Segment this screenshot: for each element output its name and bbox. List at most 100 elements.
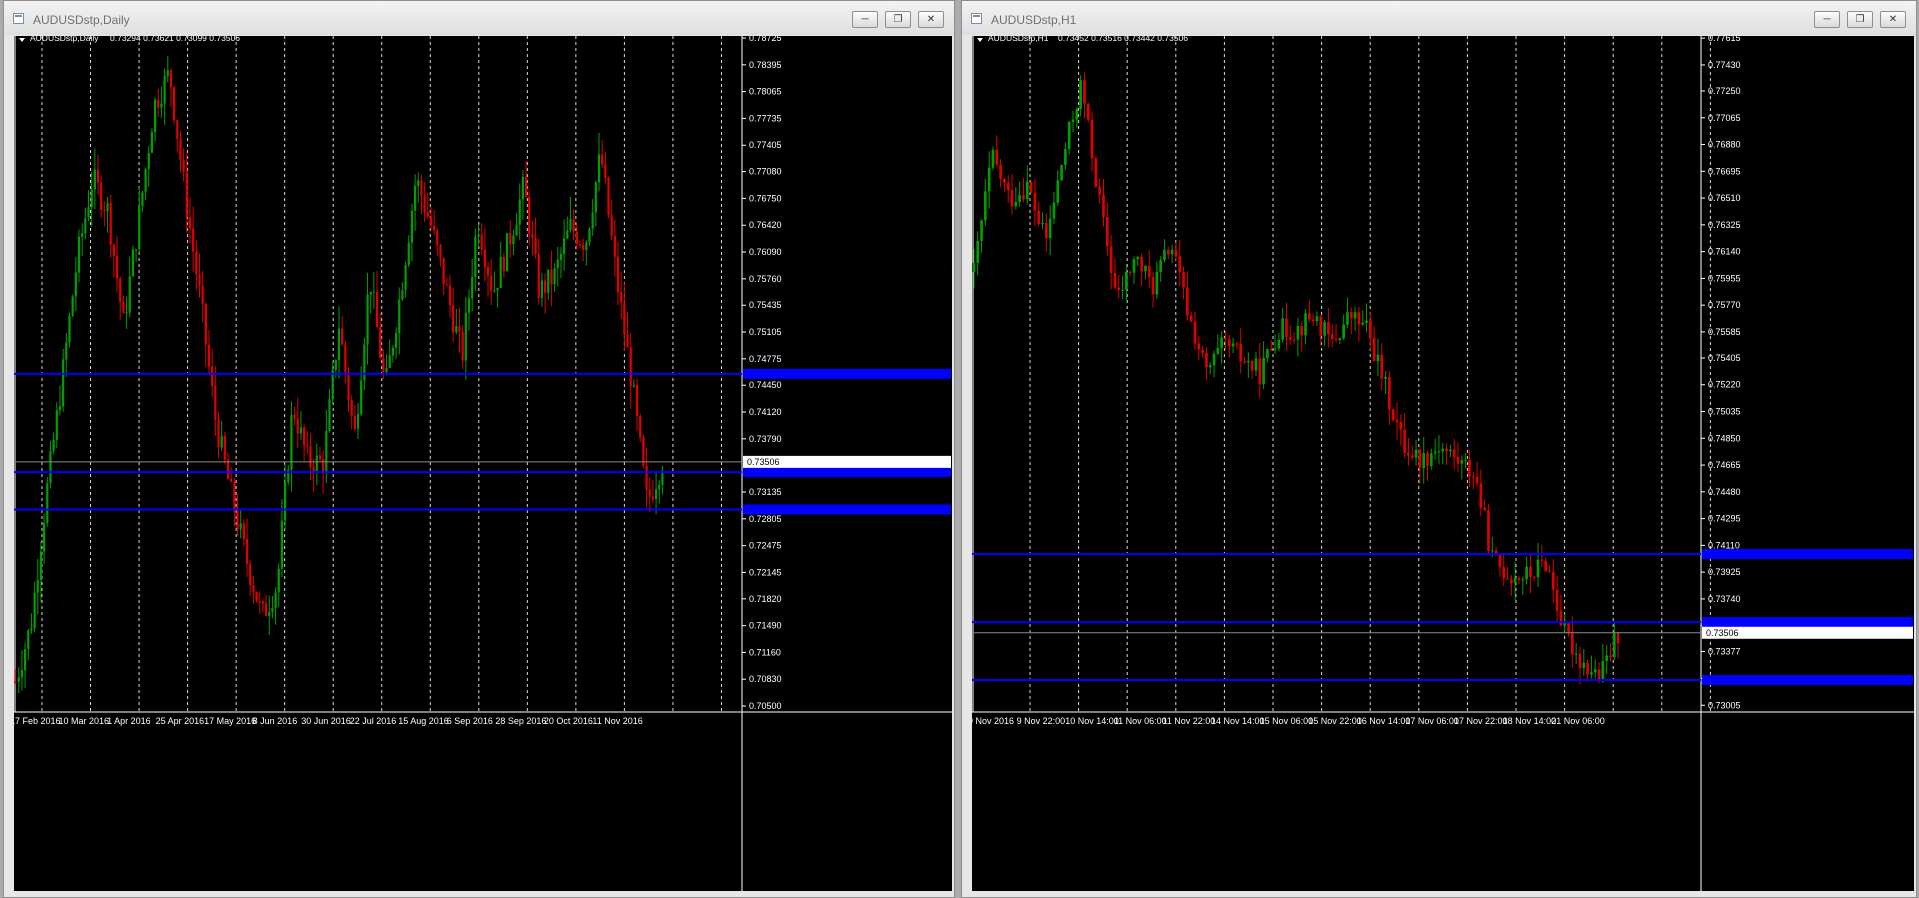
- candle-body: [639, 416, 642, 438]
- candle-body: [112, 244, 115, 256]
- candle-body: [433, 225, 436, 231]
- candle-body: [1372, 337, 1376, 362]
- candle-body: [569, 219, 572, 231]
- candle-body: [20, 670, 24, 678]
- candle-body: [1258, 358, 1262, 385]
- chart-window-h1[interactable]: AUDUSDstp,H1 ─ ❐ ✕ 9 Nov 2016 9 Nov 22:00…: [961, 0, 1917, 898]
- candle-body: [1380, 354, 1384, 379]
- candle-body: [976, 240, 980, 263]
- y-tick-label: 0.73790: [749, 434, 782, 444]
- candle-body: [1121, 289, 1124, 291]
- candle-body: [1239, 343, 1243, 362]
- minimize-button[interactable]: ─: [1814, 11, 1840, 28]
- chart-window-daily[interactable]: AUDUSDstp,Daily ─ ❐ ✕ 17 Feb 2016 10 Mar …: [3, 0, 955, 898]
- candle-body: [1178, 256, 1182, 273]
- chart-area[interactable]: 17 Feb 2016 10 Mar 2016 1 Apr 2016 25 Apr 2…: [10, 29, 952, 891]
- candle-body: [661, 473, 664, 485]
- candle-body: [1414, 449, 1418, 458]
- candle-body: [550, 269, 553, 285]
- candle-body: [385, 367, 388, 373]
- candle-body: [1086, 103, 1090, 120]
- candle-body: [1559, 610, 1563, 626]
- candlestick-chart-daily[interactable]: 17 Feb 201610 Mar 20161 Apr 2016 25 Apr 2…: [10, 29, 952, 891]
- candle-body: [1060, 165, 1063, 181]
- candle-body: [1155, 271, 1159, 295]
- minimize-icon: ─: [861, 14, 869, 25]
- close-button[interactable]: ✕: [918, 11, 944, 28]
- candle-body: [1567, 623, 1570, 634]
- chart-info-symbol: AUDUSDstp,H1: [988, 36, 1049, 43]
- candle-body: [1159, 260, 1163, 272]
- chart-window-icon: [13, 13, 24, 24]
- candle-body: [490, 275, 493, 291]
- candle-body: [658, 484, 661, 490]
- candle-body: [43, 522, 46, 552]
- candle-body: [1464, 459, 1467, 461]
- y-tick-label: 0.72145: [749, 567, 782, 577]
- candle-body: [176, 120, 179, 140]
- candle-body: [160, 103, 163, 108]
- y-tick-label: 0.75035: [1708, 407, 1741, 417]
- candle-body: [274, 592, 277, 609]
- restore-button[interactable]: ❐: [1847, 11, 1873, 28]
- candle-body: [1395, 419, 1399, 423]
- candle-body: [1315, 316, 1319, 322]
- candle-body: [1468, 459, 1471, 477]
- x-tick-label: 11 Nov 06:00: [1114, 716, 1167, 726]
- candle-body: [413, 185, 417, 211]
- window-titlebar[interactable]: AUDUSDstp,Daily ─ ❐ ✕: [4, 1, 954, 35]
- candle-body: [1182, 272, 1185, 288]
- candle-body: [372, 291, 375, 293]
- candle-body: [467, 298, 471, 313]
- candle-body: [1010, 189, 1014, 207]
- candle-body: [33, 592, 36, 629]
- candle-body: [563, 238, 566, 254]
- close-button[interactable]: ✕: [1880, 11, 1906, 28]
- candle-body: [1361, 322, 1365, 325]
- window-titlebar[interactable]: AUDUSDstp,H1 ─ ❐ ✕: [962, 1, 1916, 35]
- candle-body: [233, 481, 236, 512]
- candle-body: [1388, 376, 1391, 410]
- x-tick-label: 1 Apr 2016: [107, 716, 151, 726]
- candle-body: [518, 199, 521, 225]
- candle-body: [991, 149, 995, 168]
- minimize-button[interactable]: ─: [852, 11, 878, 28]
- candle-body: [157, 99, 160, 108]
- x-tick-label: 10 Nov 14:00: [1065, 716, 1119, 726]
- candle-body: [1452, 449, 1456, 457]
- candle-body: [984, 191, 987, 221]
- candle-body: [452, 305, 455, 333]
- candle-body: [423, 196, 426, 213]
- candle-body: [654, 489, 658, 499]
- candle-body: [410, 210, 414, 243]
- candle-body: [620, 292, 623, 303]
- candle-body: [169, 70, 173, 88]
- candle-body: [1429, 453, 1433, 467]
- chart-area[interactable]: 9 Nov 2016 9 Nov 22:00 10 Nov 14:00 11 Nov …: [968, 29, 1914, 891]
- candle-body: [58, 406, 62, 411]
- x-tick-label: 15 Aug 2016: [398, 716, 449, 726]
- candle-body: [30, 628, 33, 631]
- candle-body: [1544, 560, 1548, 571]
- candle-body: [309, 445, 312, 468]
- candle-body: [1445, 448, 1448, 452]
- candle-body: [14, 681, 17, 683]
- candle-body: [1075, 108, 1079, 120]
- candle-body: [220, 435, 223, 448]
- candlestick-chart-h1[interactable]: 9 Nov 2016 9 Nov 22:00 10 Nov 14:0011 Nov …: [968, 29, 1914, 891]
- candle-body: [1319, 316, 1323, 336]
- candle-body: [125, 312, 128, 314]
- candle-body: [379, 327, 382, 358]
- candle-body: [1338, 338, 1342, 340]
- candle-body: [217, 419, 220, 448]
- candle-body: [1292, 339, 1296, 341]
- y-tick-label: 0.73377: [1708, 646, 1741, 656]
- candle-body: [426, 212, 429, 217]
- y-tick-label: 0.74850: [1708, 433, 1741, 443]
- candle-body: [204, 303, 207, 345]
- candle-body: [505, 233, 509, 272]
- candle-body: [458, 326, 461, 333]
- restore-button[interactable]: ❐: [885, 11, 911, 28]
- candle-body: [141, 192, 144, 206]
- candle-body: [299, 427, 303, 434]
